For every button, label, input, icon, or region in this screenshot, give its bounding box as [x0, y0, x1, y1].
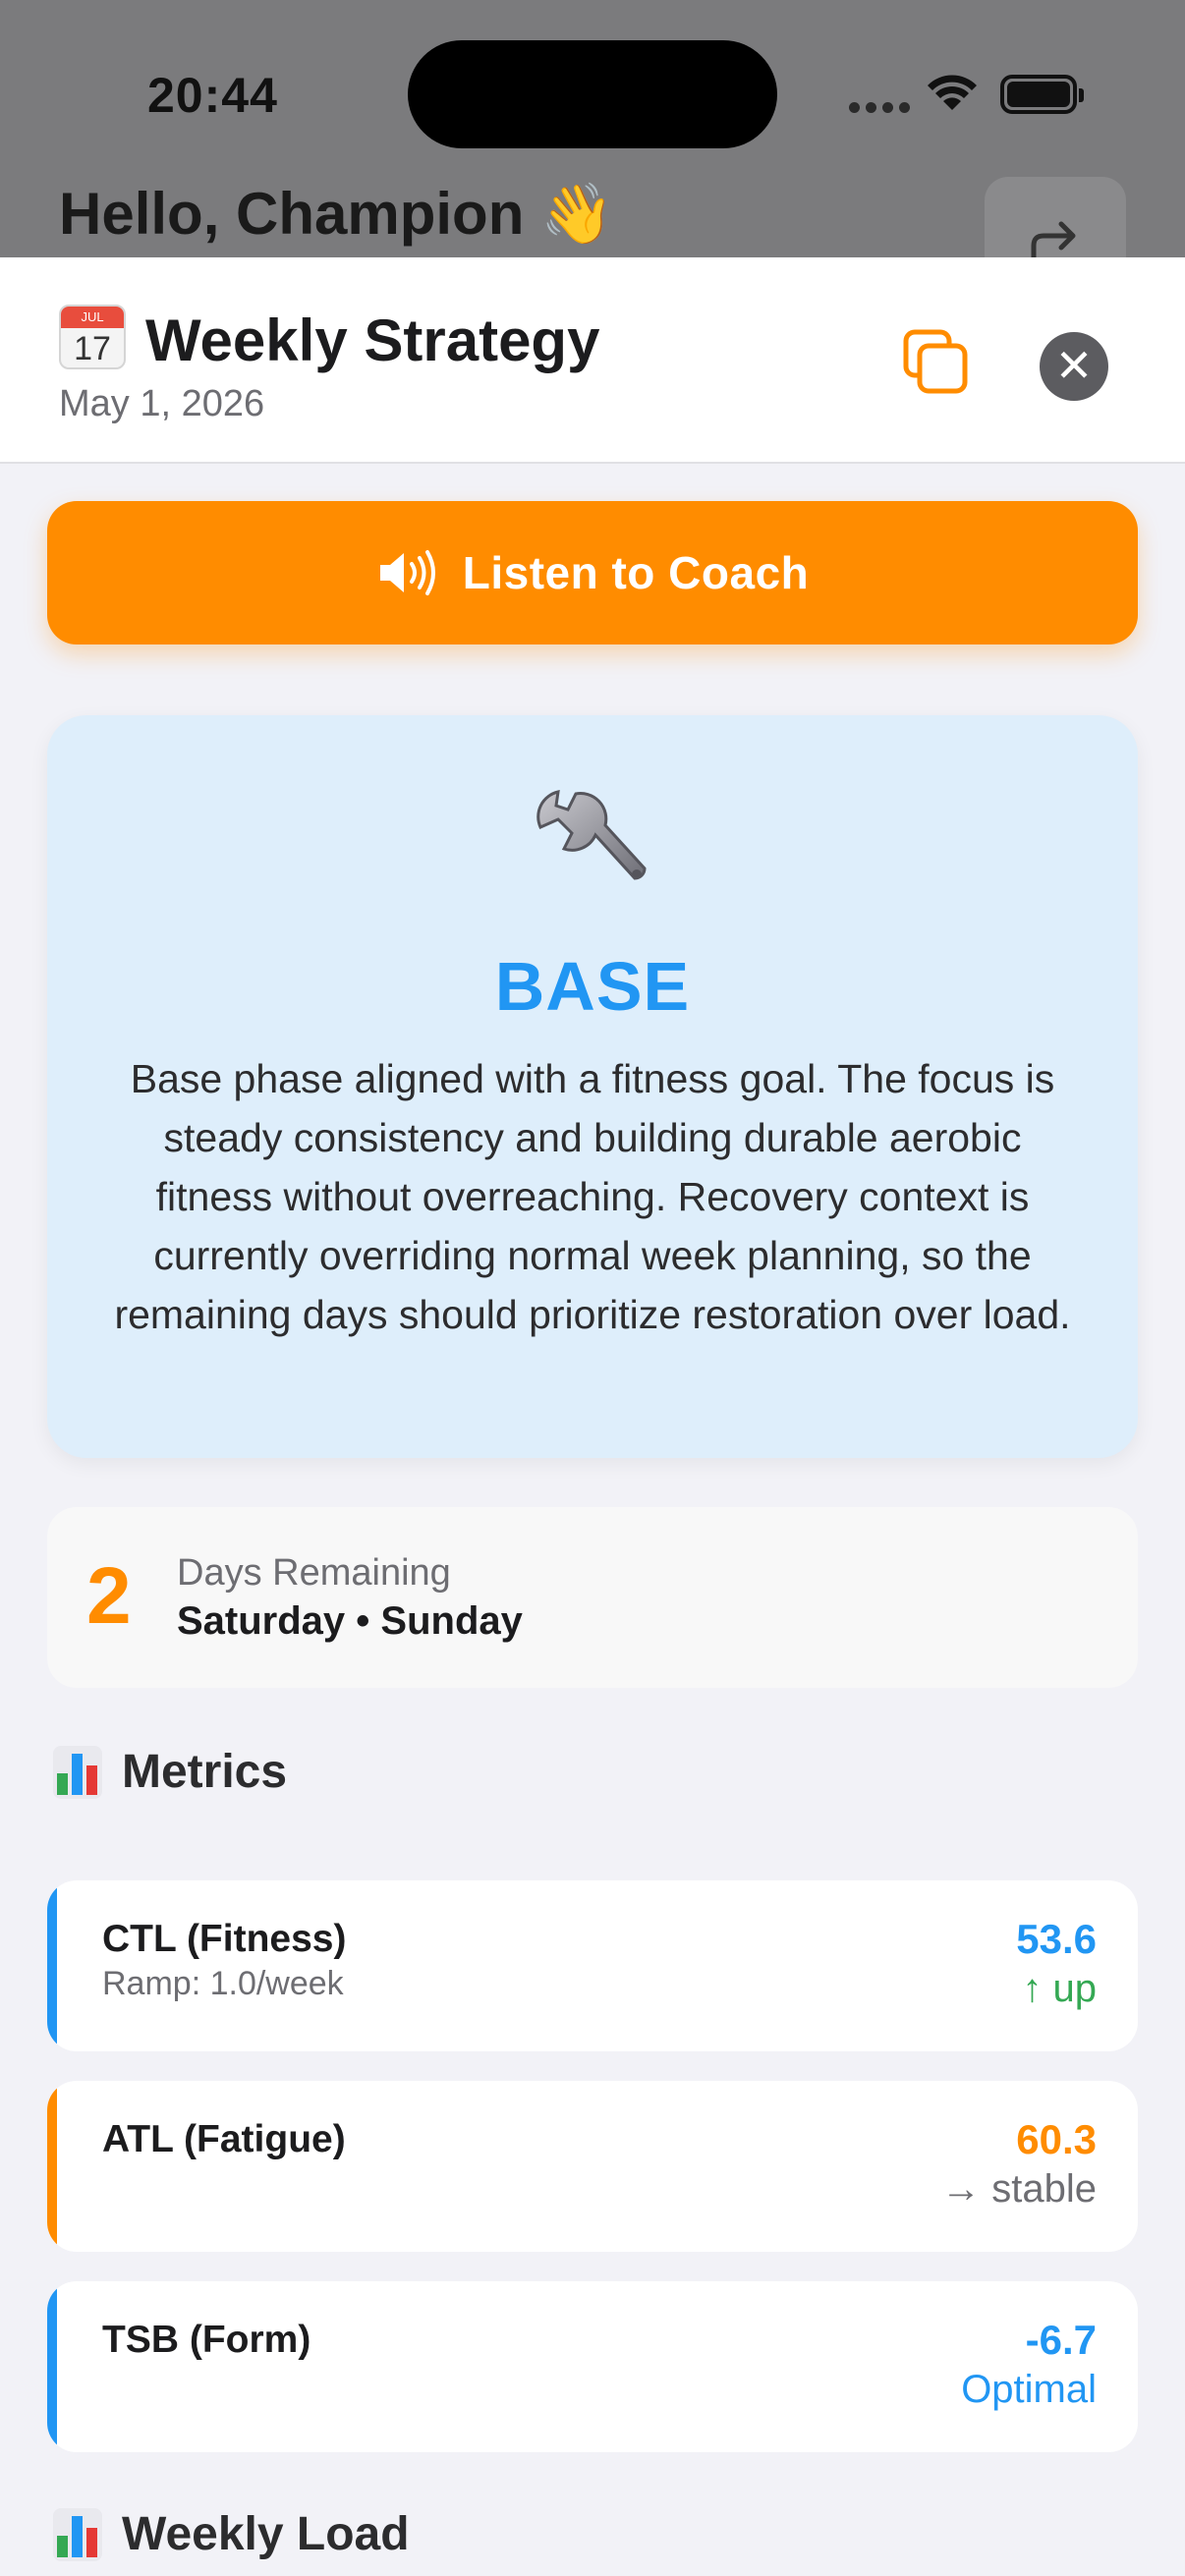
status-time: 20:44 [147, 68, 278, 123]
metric-accent [47, 1880, 57, 2051]
copy-icon [903, 329, 968, 394]
phase-card: BASE Base phase aligned with a fitness g… [47, 715, 1138, 1458]
metric-card-atl: ATL (Fatigue) 60.3 → stable [47, 2081, 1138, 2252]
listen-to-coach-button[interactable]: Listen to Coach [47, 501, 1138, 644]
metric-accent [47, 2281, 57, 2452]
cellular-signal-icon [849, 102, 910, 113]
weekly-load-title-text: Weekly Load [122, 2508, 410, 2560]
calendar-icon: JUL 17 [59, 305, 126, 369]
metric-name: TSB (Form) [102, 2319, 311, 2361]
speaker-icon [379, 550, 435, 595]
metric-trend: Optimal [961, 2368, 1097, 2411]
bar-chart-icon [53, 1745, 102, 1799]
wifi-icon [924, 71, 981, 119]
sheet-header: JUL 17 Weekly Strategy May 1, 2026 ✕ [0, 257, 1185, 464]
battery-icon [1000, 75, 1084, 114]
greeting-title: Hello, Champion 👋 [59, 181, 614, 247]
metrics-title-text: Metrics [122, 1746, 288, 1798]
calendar-icon-month: JUL [61, 307, 124, 328]
dynamic-island [408, 40, 777, 148]
metric-value: 53.6 [1016, 1916, 1097, 1962]
days-remaining-label: Days Remaining [177, 1552, 451, 1594]
close-button[interactable]: ✕ [1040, 332, 1108, 401]
metric-subtitle: Ramp: 1.0/week [102, 1965, 344, 2002]
sheet-date: May 1, 2026 [59, 383, 265, 424]
metric-value: 60.3 [1016, 2116, 1097, 2162]
metric-name: CTL (Fitness) [102, 1918, 347, 1960]
metric-accent [47, 2081, 57, 2252]
metric-card-tsb: TSB (Form) -6.7 Optimal [47, 2281, 1138, 2452]
close-icon: ✕ [1054, 340, 1094, 391]
days-remaining-count: 2 [86, 1551, 132, 1641]
days-remaining-card: 2 Days Remaining Saturday • Sunday [47, 1507, 1138, 1688]
copy-button[interactable] [900, 326, 971, 397]
phase-description: Base phase aligned with a fitness goal. … [114, 1056, 1071, 1337]
sheet-title: Weekly Strategy [145, 308, 600, 373]
metric-name: ATL (Fatigue) [102, 2118, 346, 2160]
wrench-icon [529, 784, 656, 917]
listen-button-label: Listen to Coach [462, 547, 810, 598]
metric-trend: ↑ up [1022, 1967, 1097, 2010]
background-screen: 20:44 Hello, Champion 👋 [0, 0, 1185, 295]
bar-chart-icon [53, 2507, 102, 2561]
metric-value: -6.7 [1025, 2317, 1097, 2363]
phase-name: BASE [494, 948, 691, 1025]
metric-card-ctl: CTL (Fitness) Ramp: 1.0/week 53.6 ↑ up [47, 1880, 1138, 2051]
days-remaining-list: Saturday • Sunday [177, 1599, 523, 1643]
metric-trend: → stable [941, 2167, 1097, 2211]
metrics-section-title: Metrics [53, 1745, 287, 1799]
weekly-strategy-sheet: JUL 17 Weekly Strategy May 1, 2026 ✕ Lis… [0, 257, 1185, 2576]
weekly-load-section-title: Weekly Load [53, 2507, 410, 2561]
calendar-icon-day: 17 [74, 330, 111, 367]
